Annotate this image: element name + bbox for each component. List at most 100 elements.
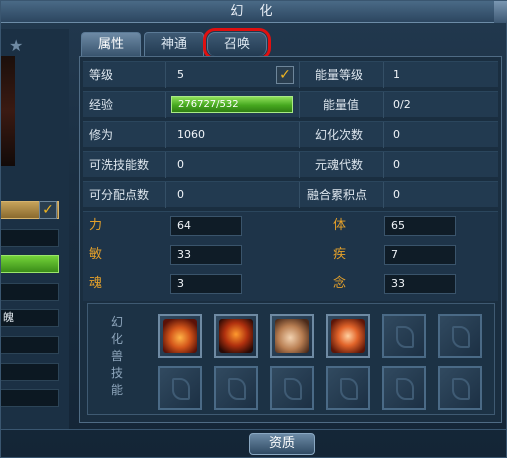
soul-generation-value: 0 [393,158,400,171]
skill-slot-empty[interactable] [270,366,314,410]
column-divider [299,182,300,208]
left-name-text: 魄 [3,311,14,324]
window-title: 幻 化 [230,4,279,19]
left-field-4 [1,363,59,381]
column-divider [299,152,300,178]
fusion-points-label: 融合累积点 [307,188,368,202]
skill-slot[interactable] [158,314,202,358]
empty-slot-icon [228,378,246,400]
soul-generation-label: 元魂代数 [315,158,364,172]
left-check-icon[interactable]: ✓ [39,201,57,219]
exp-value: 276727/532 [178,99,239,110]
column-divider [299,92,300,118]
flame-beast-skill-icon [163,319,197,353]
footer-divider [1,429,507,430]
tab-summon-label: 召唤 [223,37,250,52]
tab-abilities[interactable]: 神通 [144,32,204,56]
skill-slot-empty[interactable] [158,366,202,410]
attr-strength-value: 64 [170,216,242,236]
assignable-points-value: 0 [177,188,184,201]
empty-slot-icon [284,378,302,400]
attr-speed-value: 7 [384,245,456,265]
column-divider [299,122,300,148]
attr-agility-label: 敏 [89,247,103,262]
resettable-skills-label: 可洗技能数 [89,158,150,172]
skill-slot-empty[interactable] [214,366,258,410]
attr-constitution-value: 65 [384,216,456,236]
column-divider [383,62,384,88]
empty-slot-icon [452,326,470,348]
column-divider [383,122,384,148]
left-name-field: 魄 [1,309,59,327]
tab-abilities-label: 神通 [160,37,187,52]
fire-orb-skill-icon [331,319,365,353]
attr-soul-value: 3 [170,274,242,294]
aptitude-button-label: 资质 [268,436,295,451]
column-divider [165,62,166,88]
claw-skill-icon [275,319,309,353]
tab-summon[interactable]: 召唤 [203,28,271,60]
empty-slot-icon [340,378,358,400]
stats-row: 可洗技能数 0 元魂代数 0 [83,151,498,178]
window-titlebar[interactable]: 幻 化 [1,1,507,23]
transform-window: 幻 化 ★ ✓ 魄 属性 神通 召唤 等级 5 ✓ 能量等级 1 经验 2767… [0,0,507,458]
titlebar-corner-ornament [494,1,507,23]
empty-slot-icon [172,378,190,400]
level-value: 5 [177,68,184,81]
skill-slot-empty[interactable] [382,366,426,410]
skill-slot-empty[interactable] [438,366,482,410]
attr-constitution-label: 体 [333,218,347,233]
column-divider [165,152,166,178]
left-field-1 [1,229,59,247]
assignable-points-label: 可分配点数 [89,188,150,202]
attr-soul-label: 魂 [89,276,103,291]
demon-skill-icon [219,319,253,353]
left-field-3 [1,336,59,354]
tab-attributes-label: 属性 [97,37,124,52]
skill-slot[interactable] [214,314,258,358]
pet-skills-panel: 幻化兽技能 [87,303,495,415]
column-divider [383,182,384,208]
cultivation-label: 修为 [89,128,114,142]
energy-level-label: 能量等级 [315,68,364,82]
column-divider [165,182,166,208]
skill-slot[interactable] [326,314,370,358]
left-field-2 [1,283,59,301]
attr-agility-text: 33 [177,248,191,261]
level-check-icon[interactable]: ✓ [276,66,294,84]
left-field-5 [1,389,59,407]
skill-slot-empty[interactable] [326,366,370,410]
column-divider [165,92,166,118]
column-divider [383,152,384,178]
attr-agility-value: 33 [170,245,242,265]
empty-slot-icon [396,378,414,400]
attr-soul-text: 3 [177,277,184,290]
energy-level-value: 1 [393,68,400,81]
attributes-block: 力 64 体 65 敏 33 疾 7 魂 3 念 33 [83,211,498,301]
exp-label: 经验 [89,98,114,112]
skill-slot-empty[interactable] [438,314,482,358]
aptitude-button[interactable]: 资质 [249,433,315,455]
attr-speed-label: 疾 [333,247,347,262]
empty-slot-icon [452,378,470,400]
column-divider [299,62,300,88]
stats-row: 修为 1060 幻化次数 0 [83,121,498,148]
exp-bar: 276727/532 [171,96,293,113]
tab-attributes[interactable]: 属性 [81,32,141,56]
fusion-points-value: 0 [393,188,400,201]
star-icon[interactable]: ★ [9,36,23,55]
skill-slot-empty[interactable] [382,314,426,358]
stats-row: 可分配点数 0 融合累积点 0 [83,181,498,208]
skill-slot[interactable] [270,314,314,358]
energy-value: 0/2 [393,98,411,111]
attr-speed-text: 7 [391,248,398,261]
energy-value-label: 能量值 [323,98,360,112]
transform-count-label: 幻化次数 [315,128,364,142]
attr-mind-value: 33 [384,274,456,294]
cultivation-value: 1060 [177,128,205,141]
attr-mind-text: 33 [391,277,405,290]
column-divider [165,122,166,148]
attr-strength-text: 64 [177,219,191,232]
pet-portrait [1,56,15,166]
stats-row: 等级 5 ✓ 能量等级 1 [83,61,498,88]
